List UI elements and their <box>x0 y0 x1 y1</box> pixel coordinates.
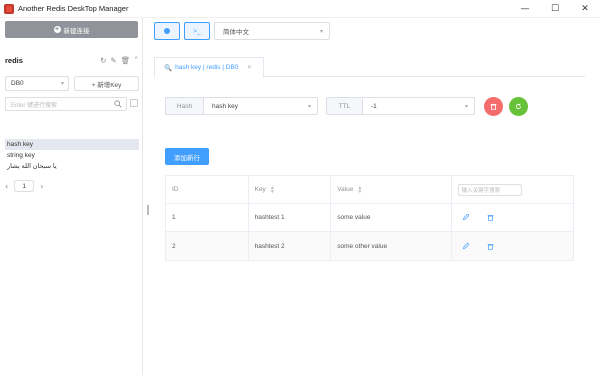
sidebar-resize-handle[interactable] <box>147 205 149 215</box>
ttl-label: TTL <box>326 97 362 115</box>
sort-icon[interactable]: ▲ ▼ <box>270 185 275 194</box>
chevron-down-icon: ▾ <box>60 81 64 87</box>
main-toolbar: >_ 简体中文 ▾ <box>154 22 330 40</box>
connection-tools: ↻ ✎ 🗑 ˄ <box>100 56 138 65</box>
settings-button[interactable] <box>154 22 180 40</box>
column-header-value[interactable]: Value ▲ ▼ <box>331 175 452 204</box>
window-title: Another Redis DeskTop Manager <box>18 4 129 13</box>
column-header-search: 输入关键字搜索 <box>452 176 573 204</box>
ttl-value: -1 <box>371 102 377 110</box>
key-list: hash key string key يا سبحان الله بشار <box>5 139 139 172</box>
edit-icon[interactable]: ✎ <box>110 56 116 65</box>
tab-bar: 🔍 hash key | redis | DB0 × <box>154 57 585 78</box>
cell-operations <box>452 204 573 232</box>
minimize-button[interactable]: — <box>510 0 540 18</box>
terminal-button[interactable]: >_ <box>184 22 210 40</box>
search-icon[interactable] <box>114 100 122 108</box>
maximize-button[interactable]: ☐ <box>540 0 570 18</box>
table-header-row: ID Key ▲ ▼ Value ▲ ▼ 输入关键字搜索 <box>166 175 573 204</box>
key-item-arabic[interactable]: يا سبحان الله بشار <box>5 161 139 172</box>
column-header-value-label: Value <box>337 186 354 193</box>
cell-key: hashtest 1 <box>249 203 332 232</box>
chevron-up-icon[interactable]: ˄ <box>134 56 138 65</box>
refresh-icon <box>515 103 522 110</box>
delete-icon[interactable]: 🗑 <box>121 56 131 65</box>
chevron-down-icon: ▾ <box>307 104 311 110</box>
sidebar: + 新建连接 redis ↻ ✎ 🗑 ˄ DB0 ▾ + 新增Key Enter… <box>0 18 143 375</box>
table-row: 2 hashtest 2 some other value <box>166 232 573 260</box>
cell-key: hashtest 2 <box>249 232 332 260</box>
trash-icon[interactable] <box>487 214 494 221</box>
edit-icon[interactable] <box>462 214 469 221</box>
trash-icon[interactable] <box>487 243 494 250</box>
exact-search-checkbox[interactable] <box>130 99 138 107</box>
table-row: 1 hashtest 1 some value <box>166 203 573 232</box>
cell-id: 1 <box>166 203 249 232</box>
plus-circle-icon: + <box>53 26 61 33</box>
delete-key-button[interactable] <box>484 97 503 116</box>
db-select-value: DB0 <box>11 80 24 87</box>
ttl-field: TTL -1 ▾ <box>326 97 475 115</box>
key-name-field: Hash hash key ▾ <box>165 97 318 115</box>
language-value: 简体中文 <box>223 29 249 36</box>
key-item-hash[interactable]: hash key <box>5 139 139 150</box>
prev-page-icon[interactable]: ‹ <box>5 182 8 191</box>
refresh-icon[interactable]: ↻ <box>100 56 106 65</box>
new-connection-label: 新建连接 <box>63 27 90 35</box>
trash-icon <box>490 103 497 110</box>
gear-icon <box>164 28 170 34</box>
key-type-label: Hash <box>165 97 203 115</box>
refresh-key-button[interactable] <box>509 97 528 116</box>
title-bar: Another Redis DeskTop Manager — ☐ ✕ <box>0 0 600 18</box>
ttl-input[interactable]: -1 ▾ <box>362 97 475 115</box>
new-key-button[interactable]: + 新增Key <box>74 76 139 91</box>
tab-hash-key[interactable]: 🔍 hash key | redis | DB0 × <box>154 57 264 78</box>
chevron-down-icon: ▾ <box>464 104 468 110</box>
key-name-value: hash key <box>212 102 239 110</box>
cell-operations <box>452 232 573 260</box>
page-number[interactable]: 1 <box>14 180 35 192</box>
add-row-button[interactable]: 添加新行 <box>165 148 209 165</box>
edit-icon[interactable] <box>462 242 469 250</box>
language-select[interactable]: 简体中文 ▾ <box>214 22 330 40</box>
key-search-input[interactable]: Enter 键进行搜索 <box>5 97 127 111</box>
key-search-placeholder: Enter 键进行搜索 <box>11 102 58 109</box>
column-header-key[interactable]: Key ▲ ▼ <box>249 175 332 204</box>
connection-header[interactable]: redis ↻ ✎ 🗑 ˄ <box>5 54 138 66</box>
cell-value: some other value <box>331 232 452 260</box>
key-item-string[interactable]: string key <box>5 150 139 161</box>
close-window-button[interactable]: ✕ <box>570 0 600 18</box>
table-search-input[interactable]: 输入关键字搜索 <box>457 183 522 196</box>
new-connection-button[interactable]: + 新建连接 <box>5 21 138 38</box>
next-page-icon[interactable]: › <box>40 182 43 191</box>
cell-id: 2 <box>166 232 249 260</box>
chevron-down-icon: ▾ <box>319 29 323 35</box>
cell-value: some value <box>331 203 452 232</box>
connection-name: redis <box>5 55 23 65</box>
hash-table: ID Key ▲ ▼ Value ▲ ▼ 输入关键字搜索 1 hashtest 1 … <box>165 175 574 261</box>
key-name-input[interactable]: hash key ▾ <box>203 97 318 115</box>
pagination: ‹ 1 › <box>5 180 43 192</box>
db-select[interactable]: DB0 ▾ <box>5 76 69 91</box>
sort-icon[interactable]: ▲ ▼ <box>357 185 362 194</box>
column-header-id: ID <box>166 175 249 204</box>
app-logo-icon <box>4 3 14 14</box>
key-icon: 🔍 <box>164 64 173 72</box>
tab-label: hash key | redis | DB0 <box>175 64 239 71</box>
window-controls: — ☐ ✕ <box>510 0 600 18</box>
column-header-key-label: Key <box>254 186 266 193</box>
close-tab-icon[interactable]: × <box>247 65 251 71</box>
